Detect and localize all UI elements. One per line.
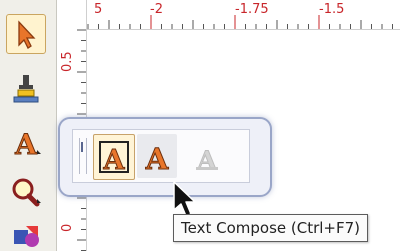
ruler-label-h-1: -1.75 bbox=[235, 2, 269, 17]
ruler-label-h-0: -2 bbox=[150, 2, 163, 17]
text-disabled-icon: A bbox=[196, 146, 218, 176]
ruler-label-v-0: 0.5 bbox=[60, 51, 75, 72]
flyout-button-strip: A A A bbox=[72, 129, 250, 183]
select-tool-button[interactable] bbox=[6, 14, 46, 54]
text-frame-icon: A bbox=[99, 141, 129, 177]
ruler-label-h-partial: 5 bbox=[94, 2, 103, 17]
flyout-drag-handle[interactable] bbox=[79, 138, 87, 174]
text-tool-flyout: A A A bbox=[58, 117, 272, 197]
svg-text:A: A bbox=[103, 145, 126, 176]
svg-text:A: A bbox=[14, 128, 38, 161]
tooltip: Text Compose (Ctrl+F7) bbox=[173, 214, 369, 242]
horizontal-ruler[interactable]: 5 -2 -1.75 -1.5 bbox=[86, 0, 400, 30]
shapes-tool-button[interactable] bbox=[6, 220, 46, 251]
text-compose-icon: A bbox=[144, 142, 169, 177]
tool-palette: A bbox=[0, 0, 57, 251]
ruler-label-v-1: 0 bbox=[60, 223, 75, 232]
stamp-icon bbox=[13, 75, 39, 103]
stamp-tool-button[interactable] bbox=[6, 70, 46, 108]
zoom-icon bbox=[12, 178, 41, 207]
shapes-icon bbox=[14, 226, 39, 247]
text-tool-button[interactable]: A bbox=[6, 124, 46, 162]
ruler-label-h-2: -1.5 bbox=[319, 2, 345, 17]
text-disabled-button[interactable]: A bbox=[187, 134, 227, 178]
svg-text:A: A bbox=[196, 146, 217, 175]
arrow-select-icon bbox=[18, 20, 36, 49]
svg-text:A: A bbox=[145, 142, 169, 176]
text-compose-button[interactable]: A bbox=[137, 134, 177, 178]
zoom-tool-button[interactable] bbox=[6, 173, 46, 211]
text-tool-icon: A bbox=[14, 128, 41, 162]
text-frame-button[interactable]: A bbox=[93, 134, 135, 180]
app-window: A 5 -2 -1.75 -1.5 0.5 0 A A A Text Compo… bbox=[0, 0, 400, 251]
